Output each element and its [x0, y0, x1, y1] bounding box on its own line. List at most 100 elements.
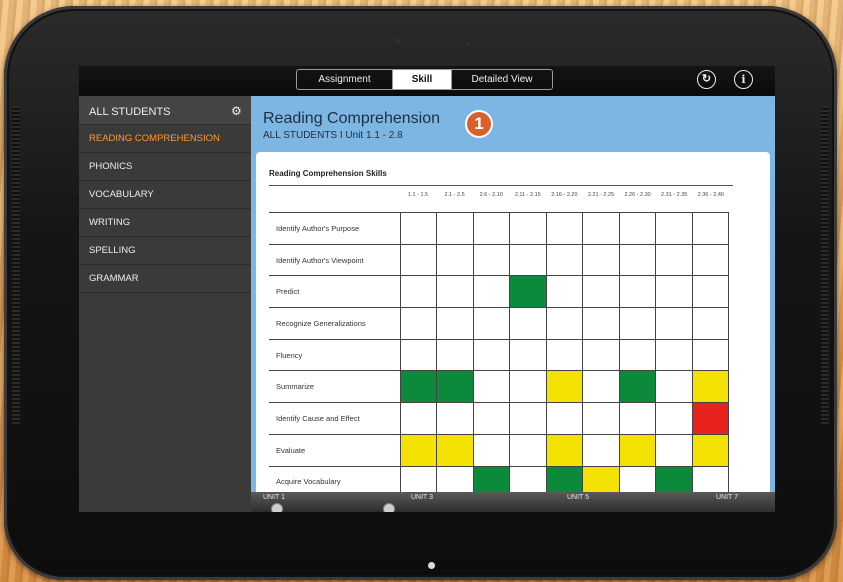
- timeline-start-handle[interactable]: [271, 503, 283, 512]
- skill-cell[interactable]: [509, 433, 547, 467]
- gear-icon[interactable]: ⚙: [231, 105, 243, 117]
- skill-cell[interactable]: [399, 307, 437, 340]
- skill-cell[interactable]: [399, 370, 437, 404]
- skill-cell[interactable]: [691, 243, 729, 277]
- skill-cell[interactable]: [436, 243, 474, 277]
- skill-cell[interactable]: [691, 338, 729, 372]
- skill-cell[interactable]: [655, 338, 693, 372]
- skill-cell[interactable]: [618, 433, 656, 467]
- tab-skill[interactable]: Skill: [393, 70, 452, 89]
- skill-cell[interactable]: [618, 338, 656, 372]
- sidebar-item-writing[interactable]: WRITING: [79, 209, 251, 237]
- sidebar-header-label: ALL STUDENTS: [89, 106, 171, 118]
- skill-cell[interactable]: [472, 402, 510, 435]
- timeline-end-handle[interactable]: [383, 503, 395, 512]
- skill-cell[interactable]: [655, 307, 693, 340]
- skill-cell[interactable]: [472, 275, 510, 309]
- skill-cell[interactable]: [582, 370, 620, 404]
- skill-cell[interactable]: [436, 370, 474, 404]
- skill-cell[interactable]: [655, 433, 693, 467]
- skill-label: Identify Author's Purpose: [269, 212, 401, 245]
- skill-cell[interactable]: [436, 275, 474, 309]
- skill-cell[interactable]: [618, 402, 656, 435]
- skill-cell[interactable]: [691, 212, 729, 245]
- skill-cell[interactable]: [509, 243, 547, 277]
- page-subtitle: ALL STUDENTS I Unit 1.1 - 2.8: [263, 130, 403, 141]
- sidebar-item-spelling[interactable]: SPELLING: [79, 237, 251, 265]
- skill-cell[interactable]: [582, 433, 620, 467]
- skill-cell[interactable]: [582, 275, 620, 309]
- tab-detailed-view[interactable]: Detailed View: [452, 70, 552, 89]
- skill-cell[interactable]: [582, 338, 620, 372]
- skill-cell[interactable]: [399, 212, 437, 245]
- skill-cell[interactable]: [472, 433, 510, 467]
- skill-cell[interactable]: [472, 370, 510, 404]
- skill-cell[interactable]: [399, 243, 437, 277]
- skill-cell[interactable]: [436, 212, 474, 245]
- column-header: 1.1 - 1.5: [407, 192, 429, 198]
- unit-label: UNIT 7: [716, 494, 739, 501]
- refresh-icon[interactable]: ↻: [697, 70, 716, 89]
- sidebar-item-reading-comprehension[interactable]: READING COMPREHENSION: [79, 125, 251, 153]
- skill-cell[interactable]: [545, 370, 583, 404]
- skill-cell[interactable]: [545, 433, 583, 467]
- skill-cell[interactable]: [582, 243, 620, 277]
- skill-cell[interactable]: [691, 433, 729, 467]
- skill-cell[interactable]: [618, 370, 656, 404]
- skill-cell[interactable]: [691, 370, 729, 404]
- skill-cell[interactable]: [509, 338, 547, 372]
- skill-cell[interactable]: [436, 338, 474, 372]
- skill-cell[interactable]: [582, 212, 620, 245]
- skill-cell[interactable]: [618, 212, 656, 245]
- skill-cell[interactable]: [545, 243, 583, 277]
- skill-cell[interactable]: [655, 212, 693, 245]
- skill-cell[interactable]: [545, 338, 583, 372]
- skill-cell[interactable]: [545, 275, 583, 309]
- skill-cell[interactable]: [691, 307, 729, 340]
- skill-cell[interactable]: [582, 402, 620, 435]
- skill-cell[interactable]: [655, 370, 693, 404]
- skill-cell[interactable]: [655, 402, 693, 435]
- skill-cell[interactable]: [509, 370, 547, 404]
- skill-cell[interactable]: [545, 307, 583, 340]
- info-icon[interactable]: i: [734, 70, 753, 89]
- skill-cell[interactable]: [436, 307, 474, 340]
- skill-cell[interactable]: [618, 243, 656, 277]
- sidebar-header-all-students[interactable]: ALL STUDENTS ⚙: [79, 96, 251, 125]
- skill-cell[interactable]: [691, 275, 729, 309]
- skill-cell[interactable]: [509, 275, 547, 309]
- column-header: 2.21 - 2.25: [587, 192, 615, 198]
- sidebar-item-vocabulary[interactable]: VOCABULARY: [79, 181, 251, 209]
- tab-assignment[interactable]: Assignment: [297, 70, 393, 89]
- skill-cell[interactable]: [472, 212, 510, 245]
- skill-cell[interactable]: [399, 433, 437, 467]
- skill-cell[interactable]: [472, 307, 510, 340]
- skill-cell[interactable]: [691, 402, 729, 435]
- home-indicator: [428, 562, 435, 569]
- skill-cell[interactable]: [399, 338, 437, 372]
- skill-cell[interactable]: [472, 243, 510, 277]
- skill-cell[interactable]: [509, 212, 547, 245]
- skill-cell[interactable]: [655, 243, 693, 277]
- skill-cell[interactable]: [436, 433, 474, 467]
- skill-cell[interactable]: [472, 338, 510, 372]
- skill-cell[interactable]: [618, 275, 656, 309]
- sidebar-item-phonics[interactable]: PHONICS: [79, 153, 251, 181]
- skills-card: Reading Comprehension Skills 1.1 - 1.5 2.…: [256, 152, 770, 499]
- top-toolbar: Assignment Skill Detailed View ↻ i: [79, 66, 775, 96]
- skill-cell[interactable]: [399, 275, 437, 309]
- skill-cell[interactable]: [509, 402, 547, 435]
- skill-cell[interactable]: [436, 402, 474, 435]
- sidebar-item-grammar[interactable]: GRAMMAR: [79, 265, 251, 293]
- skill-cell[interactable]: [582, 307, 620, 340]
- skill-cell[interactable]: [618, 307, 656, 340]
- table-row: Identify Author's Purpose: [269, 212, 729, 245]
- unit-label: UNIT 1: [263, 494, 286, 501]
- skill-label: Summarize: [269, 370, 401, 404]
- skill-cell[interactable]: [399, 402, 437, 435]
- skill-cell[interactable]: [509, 307, 547, 340]
- skill-cell[interactable]: [545, 402, 583, 435]
- skill-cell[interactable]: [545, 212, 583, 245]
- unit-label: UNIT 3: [411, 494, 434, 501]
- skill-cell[interactable]: [655, 275, 693, 309]
